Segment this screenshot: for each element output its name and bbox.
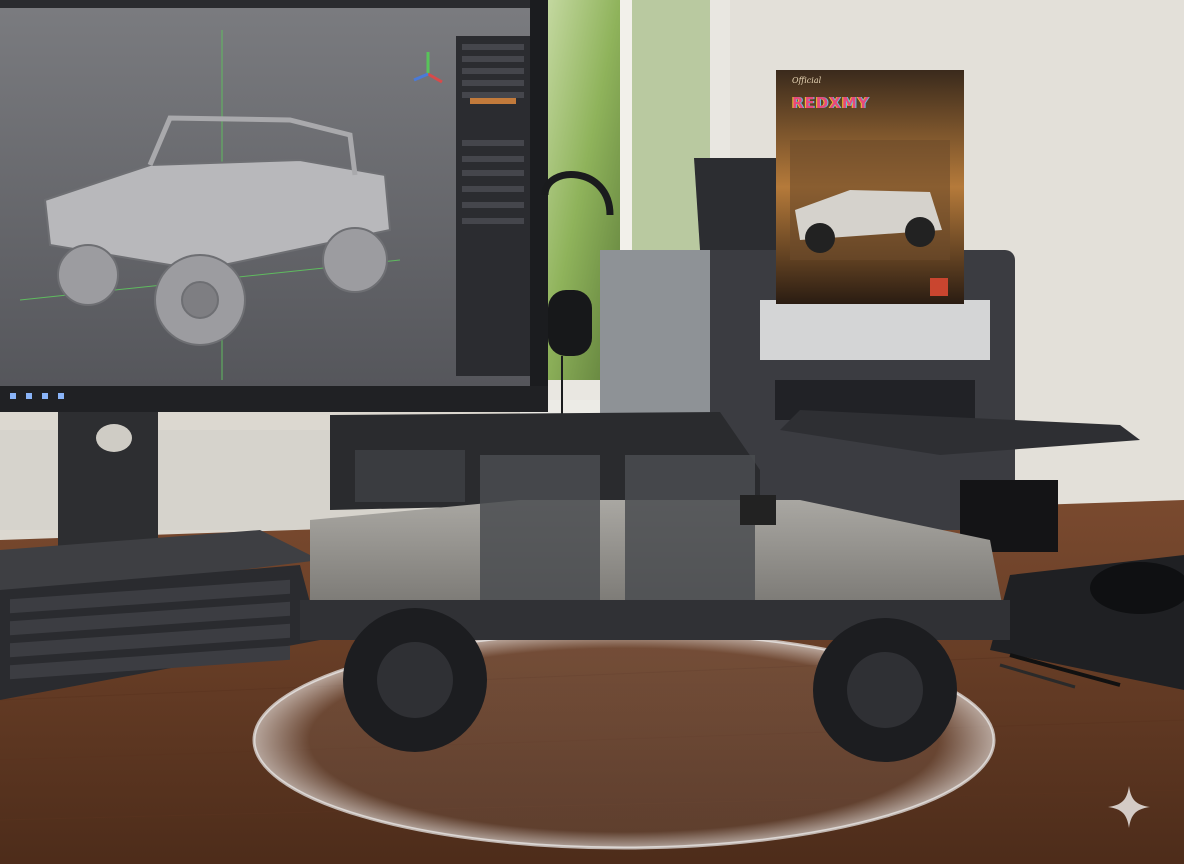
poster-signature: Official — [792, 76, 822, 85]
photo-scene: Official REDXMY — [0, 0, 1184, 864]
sparkle-icon — [1108, 786, 1150, 828]
scene-drawing — [0, 0, 1184, 864]
mouse-pad-group — [990, 555, 1184, 690]
poster-title: REDXMY — [792, 94, 870, 112]
